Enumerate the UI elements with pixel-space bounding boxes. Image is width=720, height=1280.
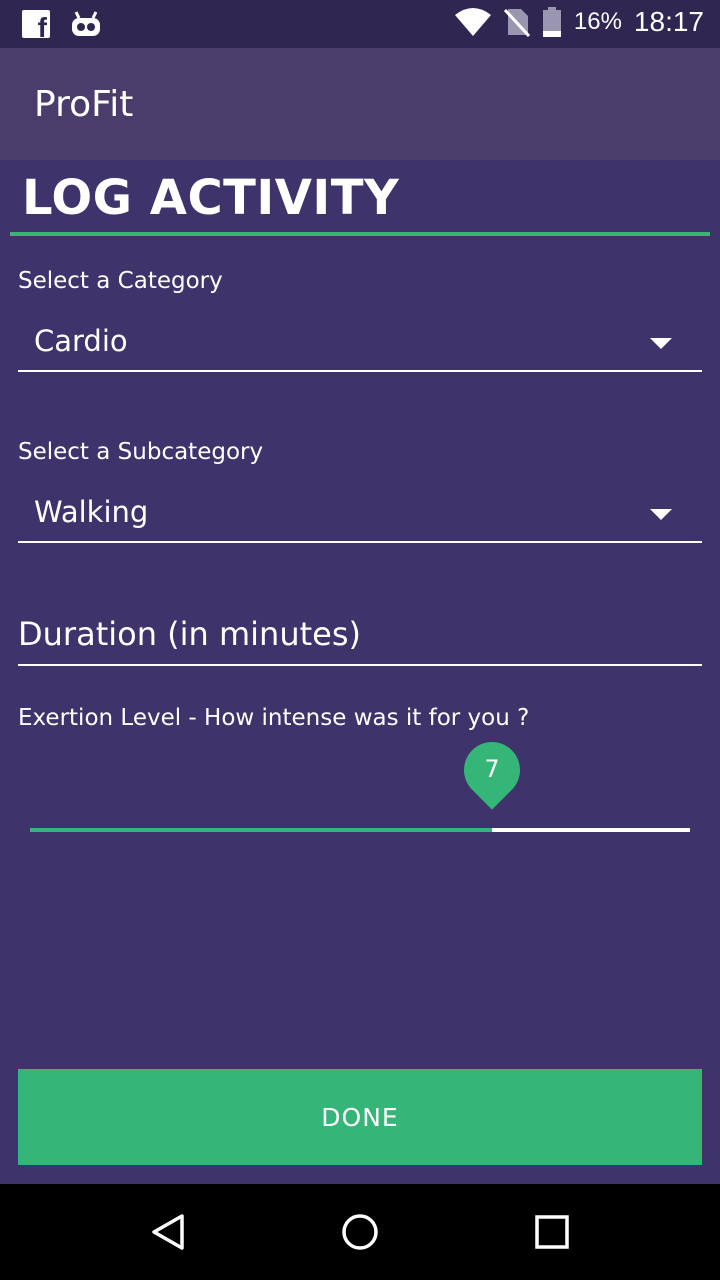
subcategory-dropdown[interactable]: Walking xyxy=(18,485,702,543)
clock: 18:17 xyxy=(633,6,704,37)
app-title: ProFit xyxy=(34,84,134,125)
android-icon xyxy=(72,11,100,36)
chevron-down-icon xyxy=(650,509,672,520)
log-activity-screen: 16% 18:17 ProFit LOG ACTIVITY Select a C… xyxy=(0,0,720,1280)
exertion-slider-fill xyxy=(30,828,492,832)
home-icon[interactable] xyxy=(340,1212,380,1252)
no-sim-icon xyxy=(503,8,530,37)
title-underline xyxy=(10,232,710,236)
back-icon[interactable] xyxy=(148,1212,188,1252)
exertion-label: Exertion Level - How intense was it for … xyxy=(18,705,530,731)
battery-icon xyxy=(542,7,561,37)
category-dropdown[interactable]: Cardio xyxy=(18,314,702,372)
page-title: LOG ACTIVITY xyxy=(22,170,400,226)
chevron-down-icon xyxy=(650,338,672,349)
status-bar: 16% 18:17 xyxy=(0,0,720,48)
category-label: Select a Category xyxy=(18,268,223,294)
recents-icon[interactable] xyxy=(532,1212,572,1252)
subcategory-selected-value: Walking xyxy=(34,495,149,529)
category-selected-value: Cardio xyxy=(34,324,128,358)
exertion-slider[interactable] xyxy=(30,828,690,832)
battery-percentage: 16% xyxy=(573,8,622,35)
navigation-bar xyxy=(0,1184,720,1280)
subcategory-label: Select a Subcategory xyxy=(18,439,264,465)
facebook-icon xyxy=(22,10,50,42)
duration-input[interactable] xyxy=(18,604,702,666)
done-button[interactable]: DONE xyxy=(18,1069,702,1165)
exertion-slider-value: 7 xyxy=(484,755,500,783)
app-bar: ProFit xyxy=(0,48,720,160)
wifi-icon xyxy=(454,8,491,36)
